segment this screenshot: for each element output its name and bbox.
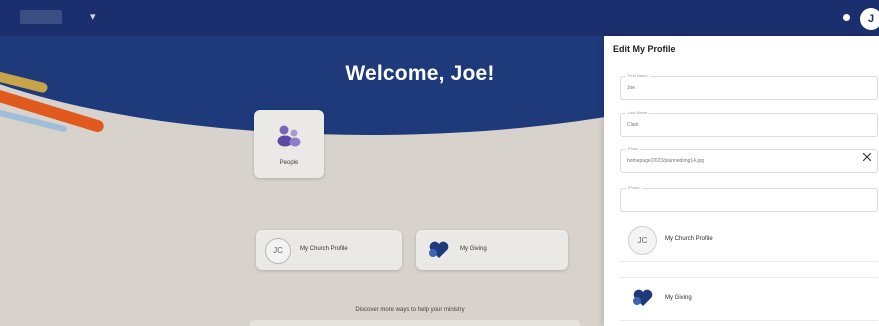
welcome-heading: Welcome, Joe! [345,62,495,85]
people-label: People [279,160,299,166]
close-icon[interactable] [862,152,872,162]
first-name-label: First Name [626,73,650,79]
panel-church-profile-label: My Church Profile [665,236,713,242]
giving-tile[interactable]: My Giving [416,230,568,270]
top-navigation-bar: ▾ J [0,0,879,36]
heart-icon [429,241,449,258]
page: Welcome, Joe! ▾ J People JC My Church Pr… [0,0,879,326]
phone-field[interactable]: Phone [620,185,878,212]
last-name-value: Clark [627,122,639,128]
brand-logo[interactable] [20,10,62,24]
giving-label: My Giving [460,246,487,252]
panel-church-profile-row[interactable]: JC My Church Profile [620,219,878,262]
church-profile-label: My Church Profile [300,246,348,252]
bottom-section-edge [250,320,580,326]
panel-title: Edit My Profile [613,44,676,54]
panel-giving-label: My Giving [665,295,692,301]
last-name-field[interactable]: Last Name Clark [620,110,878,137]
notification-dot-icon[interactable] [843,14,850,21]
discover-text: Discover more ways to help your ministry [355,307,465,313]
panel-giving-row[interactable]: My Giving [620,277,878,321]
avatar[interactable]: J [860,8,879,30]
photo-field[interactable]: Photo homepage/2023/plannedimg14.jpg [620,146,878,173]
heart-icon [633,289,653,306]
church-profile-initials: JC [265,238,291,264]
photo-value: homepage/2023/plannedimg14.jpg [627,158,705,164]
edit-profile-panel: Edit My Profile First Name Joe Last Name… [604,36,879,326]
people-tile[interactable]: People [254,110,324,178]
last-name-label: Last Name [626,110,650,116]
first-name-field[interactable]: First Name Joe [620,73,878,100]
photo-label: Photo [626,146,641,152]
chevron-down-icon[interactable]: ▾ [90,9,96,25]
panel-church-profile-initials: JC [628,226,657,255]
people-icon [277,125,301,147]
first-name-value: Joe [627,85,636,91]
phone-label: Phone [626,185,642,191]
church-profile-tile[interactable]: JC My Church Profile [256,230,402,270]
